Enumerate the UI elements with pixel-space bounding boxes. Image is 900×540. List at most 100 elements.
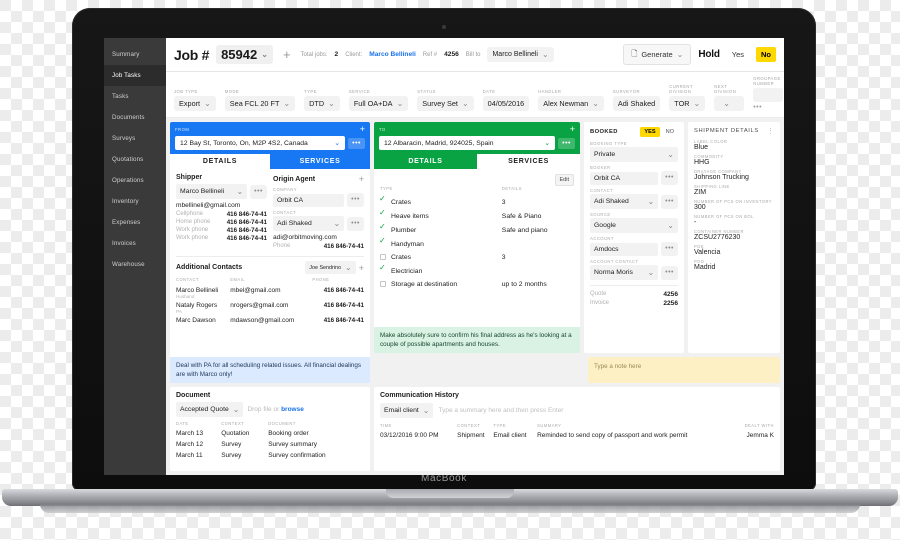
sidebar-item-tasks[interactable]: Tasks <box>104 86 166 107</box>
from-add-button[interactable]: + <box>360 125 365 134</box>
hold-yes-button[interactable]: Yes <box>727 47 749 62</box>
booked-field-input[interactable]: Google ⌄ <box>590 218 678 233</box>
groupage-more-button[interactable]: ••• <box>753 104 783 111</box>
meta-value[interactable]: ⌄ <box>714 96 745 111</box>
table-row[interactable]: Crates 3 <box>380 251 574 264</box>
meta-value[interactable]: Adi Shaked <box>612 96 661 111</box>
document-type-value: Accepted Quote <box>180 406 229 413</box>
meta-value-text: Adi Shaked <box>617 99 656 108</box>
add-contact-button[interactable]: + <box>359 263 364 273</box>
checkbox-checked-icon[interactable] <box>380 240 386 246</box>
checkbox-checked-icon[interactable] <box>380 212 386 218</box>
communication-summary-input[interactable]: Type a summary here and then press Enter <box>438 407 774 414</box>
table-row[interactable]: Marco Bellineli Husband mbel@gmail.com 416 … <box>176 285 364 300</box>
document-name: Survey confirmation <box>268 452 326 459</box>
sidebar-item-inventory[interactable]: Inventory <box>104 191 166 212</box>
bill-to-select[interactable]: Marco Bellineli ⌄ <box>487 47 554 62</box>
meta-value[interactable]: Sea FCL 20 FT ⌄ <box>224 96 296 111</box>
table-row[interactable]: March 13 Quotation Booking order <box>176 428 364 439</box>
sidebar-item-job-tasks[interactable]: Job Tasks <box>104 65 166 86</box>
meta-value[interactable]: Alex Newman ⌄ <box>538 96 604 111</box>
booked-no-button[interactable]: NO <box>662 127 678 137</box>
booked-field-input[interactable]: Private ⌄ <box>590 147 678 162</box>
document-dropzone[interactable]: Drop file or browse <box>247 406 364 413</box>
table-row[interactable]: March 12 Survey Survey summary <box>176 439 364 450</box>
checkbox-icon[interactable] <box>380 254 386 260</box>
meta-value[interactable]: Full OA+DA ⌄ <box>348 96 409 111</box>
table-row[interactable]: March 11 Survey Survey confirmation <box>176 450 364 461</box>
sidebar-item-warehouse[interactable]: Warehouse <box>104 254 166 275</box>
checkbox-checked-icon[interactable] <box>380 198 386 204</box>
meta-value[interactable] <box>753 88 784 102</box>
booked-field-more-button[interactable]: ••• <box>661 194 678 209</box>
generate-button[interactable]: 🗋 Generate ⌄ <box>623 44 692 65</box>
additional-contacts-filter-select[interactable]: Joe Sendrino ⌄ <box>305 261 356 274</box>
tab-to-services[interactable]: SERVICES <box>477 154 580 169</box>
sidebar-item-summary[interactable]: Summary <box>104 44 166 65</box>
table-row[interactable]: Crates 3 <box>380 195 574 209</box>
booked-field-more-button[interactable]: ••• <box>661 171 678 185</box>
origin-agent-contact-select[interactable]: Adi Shaked ⌄ <box>273 216 345 231</box>
document-type-select[interactable]: Accepted Quote ⌄ <box>176 402 244 417</box>
sidebar-item-documents[interactable]: Documents <box>104 107 166 128</box>
checkbox-icon[interactable] <box>380 281 386 287</box>
job-number-select[interactable]: 85942 ⌄ <box>216 45 273 64</box>
shipper-more-button[interactable]: ••• <box>250 184 267 199</box>
note-input[interactable]: Type a note here <box>588 357 780 383</box>
to-address-input[interactable]: 12 Albaracin, Madrid, 924025, Spain ⌄ <box>379 136 556 150</box>
tab-to-details[interactable]: DETAILS <box>374 154 477 169</box>
booked-field-more-button[interactable]: ••• <box>661 265 678 280</box>
booked-yes-button[interactable]: YES <box>640 127 660 137</box>
document-browse-link[interactable]: browse <box>281 406 304 413</box>
booked-field-input[interactable]: Norma Moris ⌄ <box>590 265 659 280</box>
sidebar-item-operations[interactable]: Operations <box>104 170 166 191</box>
booked-field-input[interactable]: Adi Shaked ⌄ <box>590 194 659 209</box>
shipper-phone-label: Home phone <box>176 219 211 225</box>
checkbox-checked-icon[interactable] <box>380 267 386 273</box>
table-row[interactable]: Heave items Safe & Piano <box>380 209 574 223</box>
meta-value[interactable]: Export ⌄ <box>174 96 216 111</box>
sidebar-item-invoices[interactable]: Invoices <box>104 233 166 254</box>
table-row[interactable]: Nataly Rogers PA nrogers@gmail.com 416 846-… <box>176 300 364 315</box>
from-details-body: Shipper Marco Bellineli ⌄ ••• mbellineli… <box>170 169 370 357</box>
table-row[interactable]: Electrician <box>380 264 574 278</box>
booked-field-input[interactable]: Amdocs <box>590 242 659 256</box>
hold-no-button[interactable]: No <box>756 47 776 62</box>
meta-value[interactable]: 04/05/2016 <box>482 96 530 111</box>
meta-field-current-division: CURRENT DIVISION TOR ⌄ <box>669 84 706 111</box>
meta-value[interactable]: Survey Set ⌄ <box>417 96 474 111</box>
shipper-name-select[interactable]: Marco Bellineli ⌄ <box>176 184 248 199</box>
meta-value[interactable]: DTD ⌄ <box>304 96 340 111</box>
additional-contacts-body: Marco Bellineli Husband mbel@gmail.com 416 … <box>176 285 364 325</box>
communication-channel-select[interactable]: Email client ⌄ <box>380 403 434 418</box>
origin-agent-company-more-button[interactable]: ••• <box>347 193 364 207</box>
add-job-button[interactable]: + <box>280 47 294 62</box>
meta-value[interactable]: TOR ⌄ <box>669 96 706 111</box>
origin-agent-add-button[interactable]: + <box>359 174 364 184</box>
more-vertical-icon[interactable]: ⋮ <box>767 127 774 135</box>
chevron-down-icon: ⌄ <box>261 50 268 59</box>
to-add-button[interactable]: + <box>570 125 575 134</box>
tab-from-services[interactable]: SERVICES <box>270 154 370 169</box>
sidebar-item-surveys[interactable]: Surveys <box>104 128 166 149</box>
booked-field-more-button[interactable]: ••• <box>661 242 678 256</box>
to-more-button[interactable]: ••• <box>558 137 575 149</box>
from-address-input[interactable]: 12 Bay St, Toronto, On, M2P 4S2, Canada … <box>175 136 346 150</box>
from-more-button[interactable]: ••• <box>348 137 365 149</box>
table-row[interactable]: Marc Dawson mdawson@gmail.com 416 846-74-4… <box>176 315 364 325</box>
table-row[interactable]: Storage at destination up to 2 months <box>380 278 574 291</box>
origin-agent-contact-value: Adi Shaked <box>277 220 312 227</box>
checkbox-checked-icon[interactable] <box>380 226 386 232</box>
table-row[interactable]: 03/12/2016 9:00 PM Shipment Email client Re… <box>380 430 774 441</box>
table-row[interactable]: Plumber Safe and piano <box>380 223 574 237</box>
table-row[interactable]: Handyman <box>380 237 574 251</box>
sidebar-item-expenses[interactable]: Expenses <box>104 212 166 233</box>
service-details: 3 <box>501 198 506 206</box>
origin-agent-company-input[interactable]: Orbit CA <box>273 193 345 207</box>
booked-field-input[interactable]: Orbit CA <box>590 171 659 185</box>
origin-agent-contact-more-button[interactable]: ••• <box>347 216 364 231</box>
tab-from-details[interactable]: DETAILS <box>170 154 270 169</box>
services-edit-button[interactable]: Edit <box>554 174 574 186</box>
sidebar-item-quotations[interactable]: Quotations <box>104 149 166 170</box>
client-link[interactable]: Marco Bellineli <box>369 51 416 58</box>
